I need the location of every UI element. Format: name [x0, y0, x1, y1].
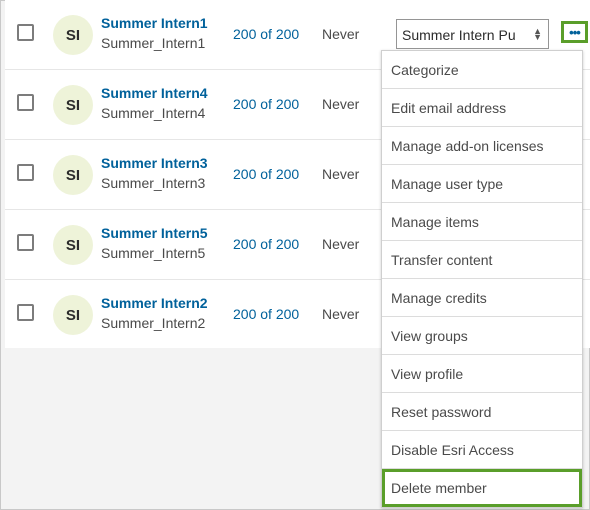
member-username: Summer_Intern2 — [101, 315, 206, 331]
menu-item-categorize[interactable]: Categorize — [382, 51, 582, 89]
row-checkbox[interactable] — [17, 234, 34, 251]
member-name-link[interactable]: Summer Intern4 — [101, 85, 208, 101]
more-actions-menu: Categorize Edit email address Manage add… — [381, 50, 583, 508]
menu-item-edit-email[interactable]: Edit email address — [382, 89, 582, 127]
member-username: Summer_Intern1 — [101, 35, 206, 51]
member-username: Summer_Intern4 — [101, 105, 206, 121]
row-checkbox[interactable] — [17, 94, 34, 111]
credits-link[interactable]: 200 of 200 — [233, 166, 299, 182]
menu-item-transfer-content[interactable]: Transfer content — [382, 241, 582, 279]
member-username: Summer_Intern5 — [101, 245, 206, 261]
last-login: Never — [322, 166, 360, 182]
last-login: Never — [322, 236, 360, 252]
member-name-link[interactable]: Summer Intern2 — [101, 295, 208, 311]
select-arrows-icon: ▲ ▼ — [533, 26, 542, 42]
menu-item-reset-password[interactable]: Reset password — [382, 393, 582, 431]
menu-item-disable-esri-access[interactable]: Disable Esri Access — [382, 431, 582, 469]
menu-item-manage-user-type[interactable]: Manage user type — [382, 165, 582, 203]
more-actions-button[interactable]: ••• — [561, 21, 588, 43]
avatar: SI — [53, 225, 93, 265]
credits-link[interactable]: 200 of 200 — [233, 236, 299, 252]
ellipsis-icon: ••• — [569, 24, 581, 40]
last-login: Never — [322, 96, 360, 112]
row-checkbox[interactable] — [17, 304, 34, 321]
menu-item-manage-credits[interactable]: Manage credits — [382, 279, 582, 317]
avatar: SI — [53, 295, 93, 335]
user-type-value: Summer Intern Pu — [402, 27, 516, 43]
member-name-link[interactable]: Summer Intern5 — [101, 225, 208, 241]
menu-item-manage-items[interactable]: Manage items — [382, 203, 582, 241]
menu-item-view-profile[interactable]: View profile — [382, 355, 582, 393]
member-name-link[interactable]: Summer Intern1 — [101, 15, 208, 31]
avatar: SI — [53, 85, 93, 125]
member-name-link[interactable]: Summer Intern3 — [101, 155, 208, 171]
credits-link[interactable]: 200 of 200 — [233, 26, 299, 42]
menu-item-view-groups[interactable]: View groups — [382, 317, 582, 355]
last-login: Never — [322, 306, 360, 322]
member-username: Summer_Intern3 — [101, 175, 206, 191]
menu-item-manage-addon-licenses[interactable]: Manage add-on licenses — [382, 127, 582, 165]
last-login: Never — [322, 26, 360, 42]
credits-link[interactable]: 200 of 200 — [233, 306, 299, 322]
row-checkbox[interactable] — [17, 24, 34, 41]
row-checkbox[interactable] — [17, 164, 34, 181]
user-type-select[interactable]: Summer Intern Pu ▲ ▼ — [396, 19, 549, 49]
credits-link[interactable]: 200 of 200 — [233, 96, 299, 112]
menu-item-delete-member[interactable]: Delete member — [382, 469, 582, 507]
avatar: SI — [53, 15, 93, 55]
avatar: SI — [53, 155, 93, 195]
